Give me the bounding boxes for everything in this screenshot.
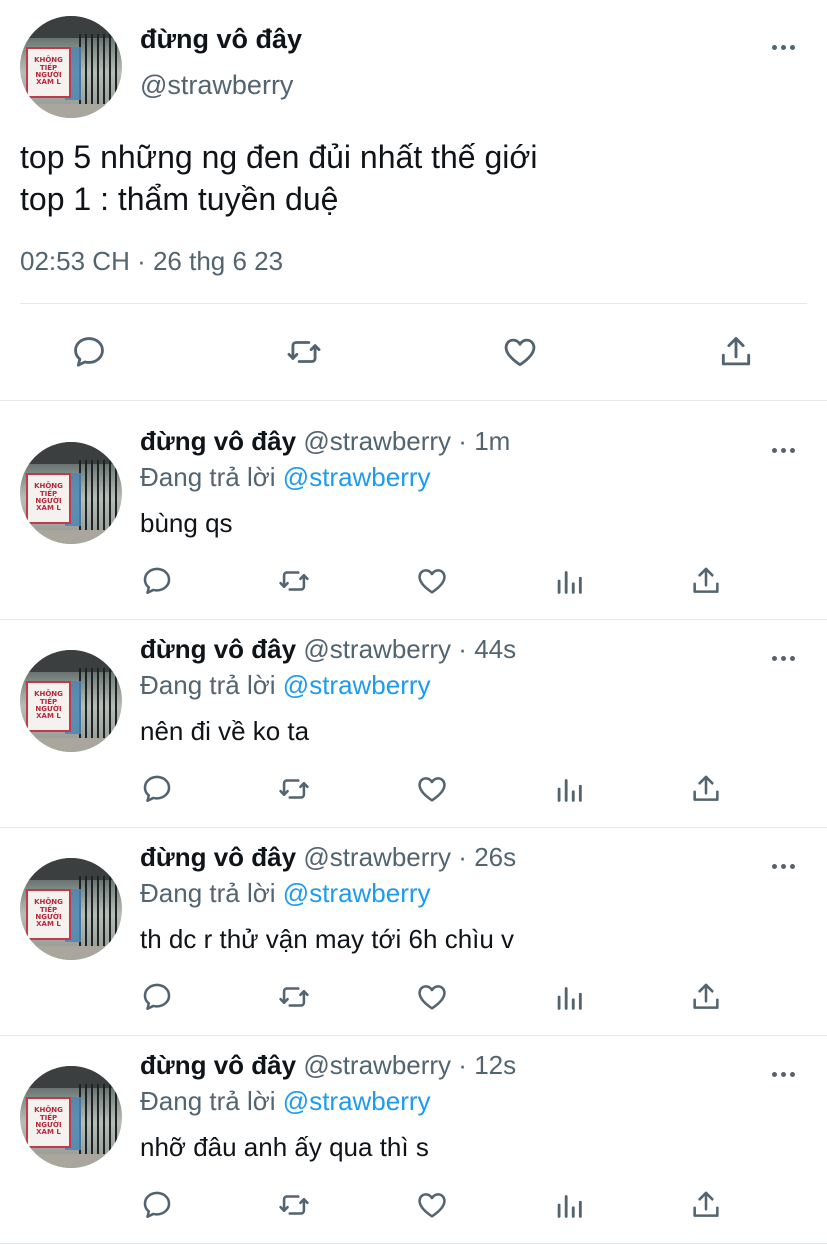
analytics-icon[interactable] <box>552 1188 586 1222</box>
avatar[interactable]: KHÔNG TIẾP NGƯỜI XÀM L <box>20 16 122 118</box>
replying-label: Đang trả lời <box>140 1086 276 1116</box>
separator-dot: · <box>458 634 467 664</box>
replying-label: Đang trả lời <box>140 670 276 700</box>
handle[interactable]: @strawberry <box>303 426 451 456</box>
display-name[interactable]: đừng vô đây <box>140 24 302 55</box>
avatar-sign: KHÔNG TIẾP NGƯỜI XÀM L <box>26 46 71 98</box>
separator-dot: · <box>458 426 467 456</box>
relative-time[interactable]: 1m <box>474 426 510 456</box>
share-icon[interactable] <box>717 333 755 371</box>
reply-icon[interactable] <box>140 772 174 806</box>
retweet-icon[interactable] <box>276 564 312 598</box>
tweet-text-line: top 1 : thẩm tuyền duệ <box>20 181 339 217</box>
tweet-text: top 5 những ng đen đủi nhất thế giới top… <box>20 136 537 220</box>
reply-header: đừng vô đây @strawberry · 26s <box>140 842 516 873</box>
separator-dot: · <box>458 1050 467 1080</box>
reply-text: nhỡ đâu anh ấy qua thì s <box>140 1132 429 1162</box>
reply-tweet[interactable]: KHÔNG TIẾP NGƯỜI XÀM L đừng vô đây @stra… <box>0 620 827 828</box>
avatar[interactable]: KHÔNG TIẾP NGƯỜI XÀM L <box>20 442 122 544</box>
tweet-text-line: top 5 những ng đen đủi nhất thế giới <box>20 139 538 175</box>
reply-text: nên đi về ko ta <box>140 716 310 746</box>
reply-text: bùng qs <box>140 508 233 538</box>
more-options-icon[interactable] <box>772 1072 795 1077</box>
replying-to: Đang trả lời @strawberry <box>140 878 431 909</box>
like-icon[interactable] <box>414 980 450 1014</box>
like-icon[interactable] <box>414 564 450 598</box>
reply-icon[interactable] <box>140 1188 174 1222</box>
share-icon[interactable] <box>689 564 723 598</box>
avatar-sign: KHÔNG TIẾP NGƯỜI XÀM L <box>26 472 71 524</box>
display-name[interactable]: đừng vô đây <box>140 426 296 456</box>
reply-header: đừng vô đây @strawberry · 1m <box>140 426 510 457</box>
separator-dot: · <box>458 842 467 872</box>
replying-to: Đang trả lời @strawberry <box>140 462 431 493</box>
handle[interactable]: @strawberry <box>140 70 293 101</box>
handle[interactable]: @strawberry <box>303 634 451 664</box>
avatar-sign: KHÔNG TIẾP NGƯỜI XÀM L <box>26 888 71 940</box>
mention-link[interactable]: @strawberry <box>283 670 431 700</box>
more-options-icon[interactable] <box>772 45 795 50</box>
retweet-icon[interactable] <box>276 980 312 1014</box>
avatar-sign: KHÔNG TIẾP NGƯỜI XÀM L <box>26 680 71 732</box>
reply-icon[interactable] <box>140 980 174 1014</box>
reply-icon[interactable] <box>70 333 108 371</box>
reply-tweet[interactable]: KHÔNG TIẾP NGƯỜI XÀM L đừng vô đây @stra… <box>0 412 827 620</box>
like-icon[interactable] <box>500 333 540 371</box>
avatar[interactable]: KHÔNG TIẾP NGƯỜI XÀM L <box>20 858 122 960</box>
relative-time[interactable]: 12s <box>474 1050 516 1080</box>
analytics-icon[interactable] <box>552 772 586 806</box>
reply-text: th dc r thử vận may tới 6h chìu v <box>140 924 515 954</box>
reply-header: đừng vô đây @strawberry · 12s <box>140 1050 516 1081</box>
handle[interactable]: @strawberry <box>303 842 451 872</box>
reply-tweet[interactable]: KHÔNG TIẾP NGƯỜI XÀM L đừng vô đây @stra… <box>0 1036 827 1244</box>
analytics-icon[interactable] <box>552 980 586 1014</box>
share-icon[interactable] <box>689 772 723 806</box>
share-icon[interactable] <box>689 980 723 1014</box>
divider <box>0 400 827 401</box>
mention-link[interactable]: @strawberry <box>283 878 431 908</box>
relative-time[interactable]: 44s <box>474 634 516 664</box>
reply-tweet[interactable]: KHÔNG TIẾP NGƯỜI XÀM L đừng vô đây @stra… <box>0 828 827 1036</box>
mention-link[interactable]: @strawberry <box>283 462 431 492</box>
more-options-icon[interactable] <box>772 864 795 869</box>
replying-to: Đang trả lời @strawberry <box>140 1086 431 1117</box>
like-icon[interactable] <box>414 772 450 806</box>
replying-label: Đang trả lời <box>140 878 276 908</box>
mention-link[interactable]: @strawberry <box>283 1086 431 1116</box>
analytics-icon[interactable] <box>552 564 586 598</box>
display-name[interactable]: đừng vô đây <box>140 1050 296 1080</box>
retweet-icon[interactable] <box>276 772 312 806</box>
avatar-sign: KHÔNG TIẾP NGƯỜI XÀM L <box>26 1096 71 1148</box>
reply-header: đừng vô đây @strawberry · 44s <box>140 634 516 665</box>
handle[interactable]: @strawberry <box>303 1050 451 1080</box>
relative-time[interactable]: 26s <box>474 842 516 872</box>
reply-icon[interactable] <box>140 564 174 598</box>
share-icon[interactable] <box>689 1188 723 1222</box>
avatar[interactable]: KHÔNG TIẾP NGƯỜI XÀM L <box>20 1066 122 1168</box>
display-name[interactable]: đừng vô đây <box>140 842 296 872</box>
more-options-icon[interactable] <box>772 656 795 661</box>
tweet-timestamp[interactable]: 02:53 CH · 26 thg 6 23 <box>20 246 283 277</box>
more-options-icon[interactable] <box>772 448 795 453</box>
display-name[interactable]: đừng vô đây <box>140 634 296 664</box>
like-icon[interactable] <box>414 1188 450 1222</box>
retweet-icon[interactable] <box>276 1188 312 1222</box>
retweet-icon[interactable] <box>284 333 324 371</box>
avatar[interactable]: KHÔNG TIẾP NGƯỜI XÀM L <box>20 650 122 752</box>
replying-label: Đang trả lời <box>140 462 276 492</box>
divider <box>20 303 807 304</box>
replying-to: Đang trả lời @strawberry <box>140 670 431 701</box>
